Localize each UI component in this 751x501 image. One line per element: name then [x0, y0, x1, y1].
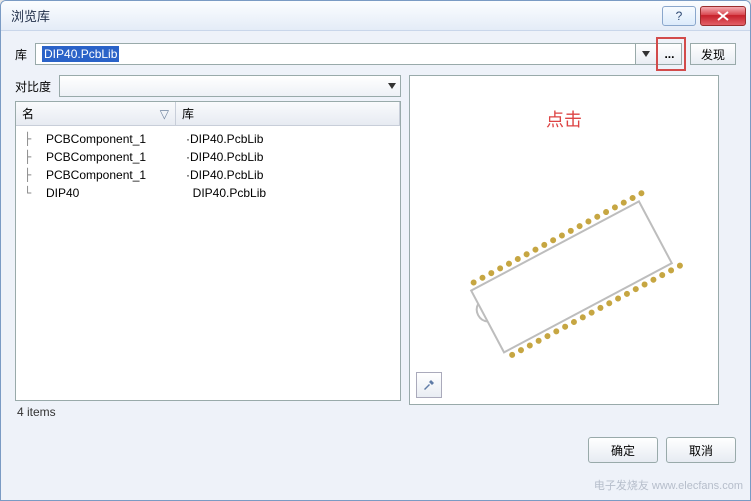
list-item[interactable]: ├ PCBComponent_1 · DIP40.PcbLib [18, 130, 398, 148]
watermark-text: 电子发烧友 www.elecfans.com [594, 477, 743, 493]
library-label: 库 [15, 46, 27, 63]
item-lib: DIP40.PcbLib [190, 132, 263, 146]
component-list: 名 ▽ 库 ├ PCBComponent_1 · DIP40.PcbLib [15, 101, 401, 401]
list-item[interactable]: └ DIP40 DIP40.PcbLib [18, 184, 398, 202]
titlebar: 浏览库 ? [1, 1, 750, 31]
column-name[interactable]: 名 ▽ [16, 102, 176, 125]
tree-body: ├ PCBComponent_1 · DIP40.PcbLib ├ PCBCom… [16, 126, 400, 206]
item-name: PCBComponent_1 [46, 150, 186, 164]
dialog-window: 浏览库 ? 库 DIP40.PcbLib ... [0, 0, 751, 501]
right-panel: 点击 [409, 75, 736, 419]
cancel-button[interactable]: 取消 [666, 437, 736, 463]
library-dropdown-button[interactable] [636, 43, 658, 65]
wrench-icon [422, 378, 436, 392]
library-row: 库 DIP40.PcbLib ... 发现 [15, 43, 736, 65]
left-panel: 对比度 名 ▽ 库 [15, 75, 401, 419]
list-item[interactable]: ├ PCBComponent_1 · DIP40.PcbLib [18, 148, 398, 166]
library-input[interactable]: DIP40.PcbLib [35, 43, 636, 65]
tree-branch-icon: └ [24, 186, 46, 200]
preview-frame: 点击 [409, 75, 719, 405]
dialog-footer: 确定 取消 [1, 427, 750, 473]
help-icon: ? [676, 9, 683, 23]
browse-button[interactable]: ... [658, 43, 682, 65]
column-lib-label: 库 [182, 105, 194, 122]
window-buttons: ? [662, 6, 746, 26]
annotation-text: 点击 [546, 106, 582, 132]
dialog-body: 库 DIP40.PcbLib ... 发现 [1, 31, 750, 427]
cancel-label: 取消 [689, 444, 713, 458]
item-name: PCBComponent_1 [46, 168, 186, 182]
item-lib: DIP40.PcbLib [190, 168, 263, 182]
sort-desc-icon: ▽ [160, 107, 169, 121]
item-lib: DIP40.PcbLib [190, 150, 263, 164]
close-icon [717, 11, 729, 21]
list-header: 名 ▽ 库 [16, 102, 400, 126]
tree-branch-icon: ├ [24, 132, 46, 146]
ellipsis-icon: ... [664, 47, 674, 61]
discover-button[interactable]: 发现 [690, 43, 736, 65]
ok-button[interactable]: 确定 [588, 437, 658, 463]
discover-label: 发现 [701, 48, 725, 62]
footprint-preview [430, 186, 700, 386]
tree-branch-icon: ├ [24, 150, 46, 164]
window-title: 浏览库 [5, 6, 662, 25]
close-button[interactable] [700, 6, 746, 26]
library-field: DIP40.PcbLib ... [35, 43, 682, 65]
ok-label: 确定 [611, 444, 635, 458]
configure-preview-button[interactable] [416, 372, 442, 398]
item-name: PCBComponent_1 [46, 132, 186, 146]
item-count: 4 items [15, 401, 401, 419]
chevron-down-icon [388, 83, 396, 89]
browse-highlight: ... [658, 43, 682, 65]
column-name-label: 名 [22, 105, 34, 122]
tree-branch-icon: ├ [24, 168, 46, 182]
contrast-row: 对比度 [15, 75, 401, 97]
contrast-select[interactable] [59, 75, 401, 97]
help-button[interactable]: ? [662, 6, 696, 26]
list-item[interactable]: ├ PCBComponent_1 · DIP40.PcbLib [18, 166, 398, 184]
main-area: 对比度 名 ▽ 库 [15, 75, 736, 419]
column-lib[interactable]: 库 [176, 102, 400, 125]
contrast-label: 对比度 [15, 78, 51, 95]
library-value: DIP40.PcbLib [42, 46, 119, 62]
item-name: DIP40 [46, 186, 186, 200]
chevron-down-icon [642, 51, 650, 57]
item-lib: DIP40.PcbLib [193, 186, 266, 200]
